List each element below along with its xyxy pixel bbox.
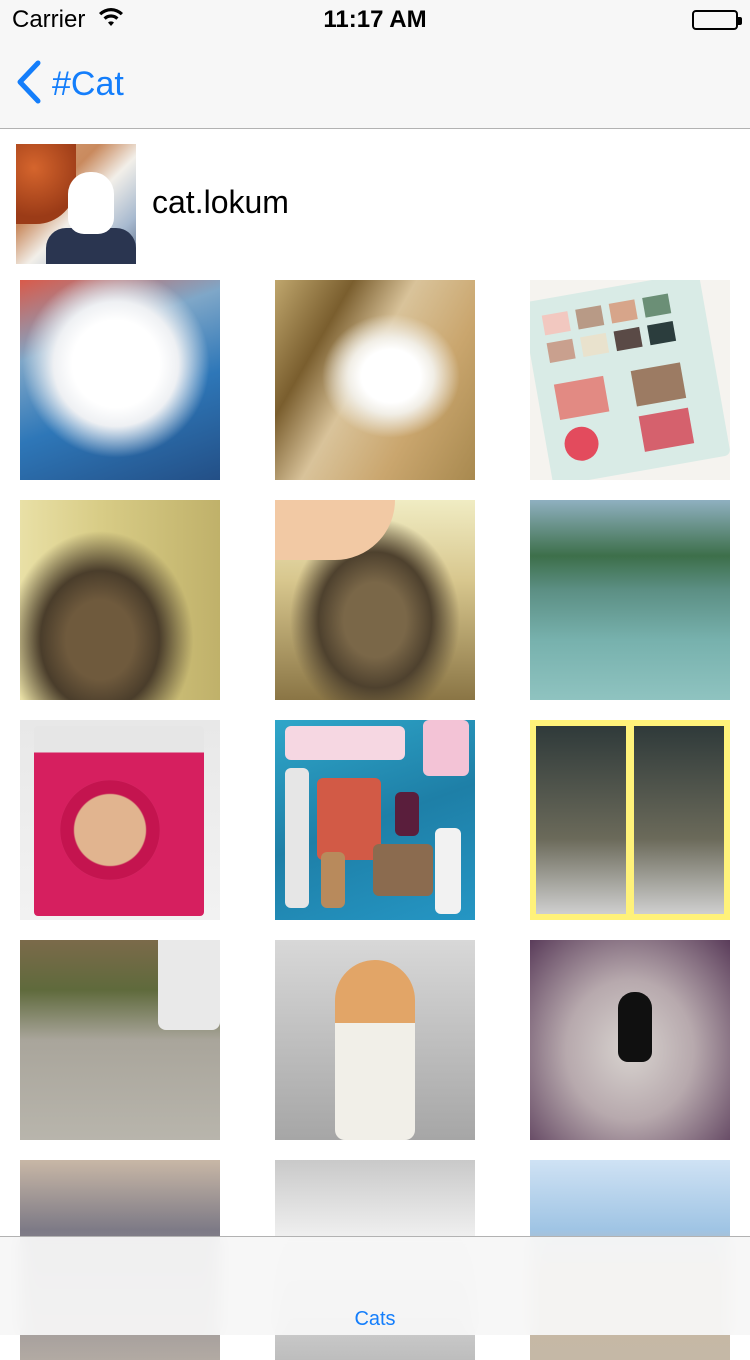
grid-photo[interactable]	[530, 940, 730, 1140]
grid-photo[interactable]	[20, 720, 220, 920]
grid-photo[interactable]	[20, 940, 220, 1140]
battery-icon	[692, 10, 742, 30]
tab-bar: Cats	[0, 1236, 750, 1335]
clock: 11:17 AM	[323, 6, 427, 33]
grid-photo[interactable]	[275, 500, 475, 700]
grid-photo[interactable]	[530, 500, 730, 700]
avatar[interactable]	[16, 144, 136, 264]
grid-photo[interactable]	[530, 720, 730, 920]
back-button[interactable]: #Cat	[14, 60, 124, 108]
navigation-bar: #Cat	[0, 40, 750, 129]
grid-photo[interactable]	[275, 280, 475, 480]
chevron-left-icon	[14, 59, 44, 110]
tab-cats[interactable]: Cats	[0, 1308, 750, 1331]
grid-photo[interactable]	[530, 280, 730, 480]
grid-photo[interactable]	[275, 720, 475, 920]
status-bar: Carrier 11:17 AM	[0, 0, 750, 40]
grid-photo[interactable]	[20, 280, 220, 480]
grid-photo[interactable]	[20, 500, 220, 700]
back-button-label: #Cat	[52, 64, 124, 103]
profile-header[interactable]: cat.lokum	[16, 144, 736, 264]
username[interactable]: cat.lokum	[152, 184, 289, 221]
grid-photo[interactable]	[275, 940, 475, 1140]
